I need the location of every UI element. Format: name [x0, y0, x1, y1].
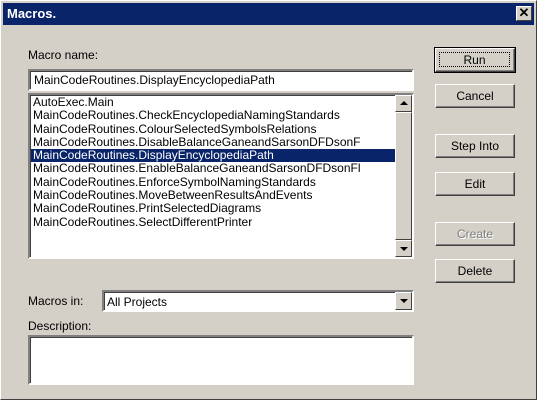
- list-item[interactable]: MainCodeRoutines.DisplayEncyclopediaPath: [31, 149, 395, 163]
- title-bar: Macros. ✕: [3, 3, 534, 25]
- list-item[interactable]: MainCodeRoutines.MoveBetweenResultsAndEv…: [31, 189, 395, 202]
- macros-in-select[interactable]: All Projects: [102, 290, 414, 312]
- list-item[interactable]: MainCodeRoutines.ColourSelectedSymbolsRe…: [31, 123, 395, 136]
- arrow-down-icon: [400, 247, 408, 251]
- macros-in-dropdown-button[interactable]: [395, 292, 412, 310]
- create-label: Create: [456, 227, 494, 241]
- list-item[interactable]: MainCodeRoutines.SelectDifferentPrinter: [31, 216, 395, 229]
- step-into-label: Step Into: [450, 139, 500, 153]
- cancel-label: Cancel: [456, 89, 494, 103]
- description-box: [28, 335, 414, 385]
- list-item[interactable]: MainCodeRoutines.CheckEncyclopediaNaming…: [31, 109, 395, 122]
- delete-label: Delete: [457, 264, 493, 278]
- description-label: Description:: [28, 319, 92, 333]
- macro-list: AutoExec.Main MainCodeRoutines.CheckEncyc…: [31, 96, 395, 256]
- close-button[interactable]: ✕: [516, 6, 532, 21]
- run-button[interactable]: Run: [434, 47, 516, 73]
- create-button: Create: [435, 222, 515, 246]
- macro-name-input[interactable]: [28, 69, 414, 91]
- edit-label: Edit: [464, 177, 486, 191]
- scroll-down-button[interactable]: [395, 240, 412, 257]
- chevron-down-icon: [400, 299, 408, 303]
- close-icon: ✕: [518, 5, 530, 20]
- step-into-button[interactable]: Step Into: [435, 134, 515, 158]
- list-item[interactable]: MainCodeRoutines.EnableBalanceGaneandSar…: [31, 162, 395, 175]
- scroll-thumb[interactable]: [395, 112, 412, 240]
- list-item[interactable]: MainCodeRoutines.PrintSelectedDiagrams: [31, 202, 395, 215]
- macro-name-label: Macro name:: [28, 48, 99, 62]
- run-label: Run: [439, 52, 510, 67]
- macros-dialog: Macros. ✕ Macro name: AutoExec.MainMainC…: [0, 0, 537, 400]
- scroll-up-button[interactable]: [395, 95, 412, 112]
- list-item[interactable]: MainCodeRoutines.EnforceSymbolNamingStan…: [31, 176, 395, 189]
- list-item[interactable]: MainCodeRoutines.DisableBalanceGaneandSa…: [31, 136, 395, 149]
- macros-in-label: Macros in:: [28, 294, 84, 308]
- edit-button[interactable]: Edit: [435, 172, 515, 196]
- cancel-button[interactable]: Cancel: [435, 84, 515, 108]
- delete-button[interactable]: Delete: [435, 259, 515, 283]
- window-title: Macros.: [7, 6, 57, 21]
- macros-in-value: All Projects: [107, 295, 168, 309]
- list-item[interactable]: AutoExec.Main: [31, 96, 395, 109]
- macro-listbox[interactable]: AutoExec.Main MainCodeRoutines.CheckEncyc…: [28, 93, 414, 259]
- list-scrollbar[interactable]: [395, 95, 412, 257]
- arrow-up-icon: [400, 101, 408, 105]
